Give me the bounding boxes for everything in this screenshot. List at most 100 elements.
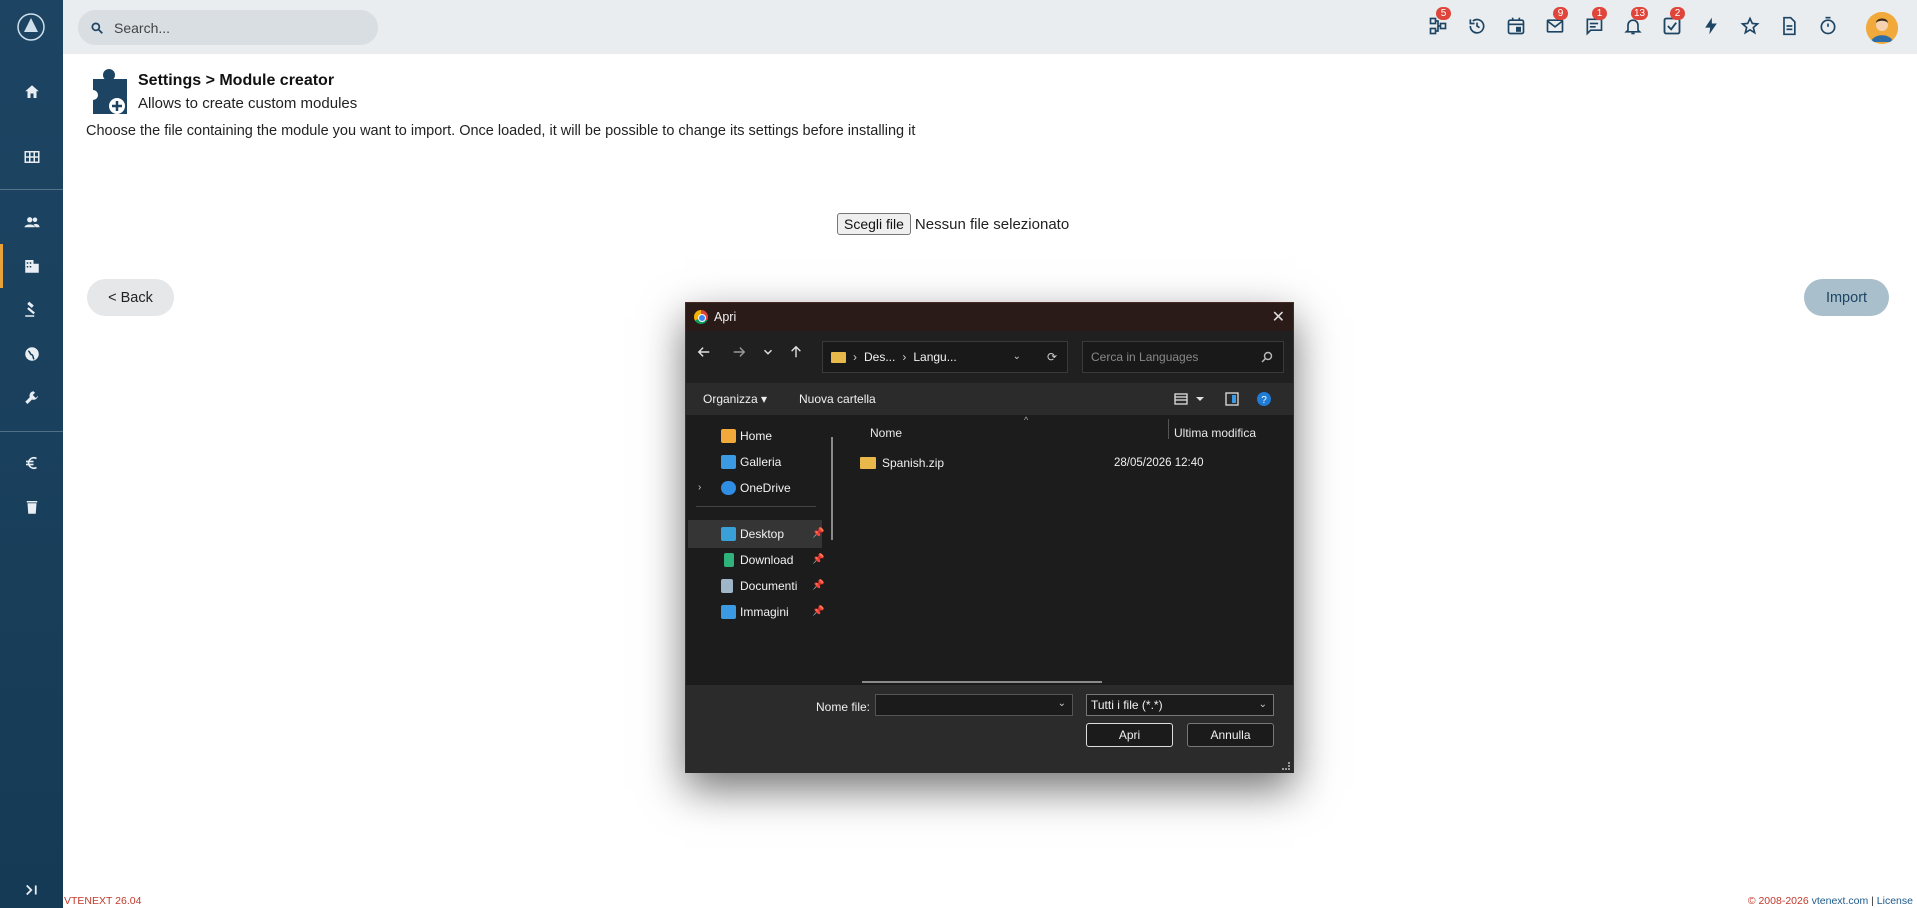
navigation-pane: Home Galleria › OneDrive Desktop 📌 Downl… xyxy=(686,415,844,685)
pin-icon: 📌 xyxy=(812,580,825,591)
address-bar[interactable]: › Des... › Langu... ⌄ ⟳ xyxy=(822,341,1068,373)
messages-badge: 1 xyxy=(1592,7,1607,20)
site-link[interactable]: vtenext.com xyxy=(1812,895,1869,907)
close-icon[interactable]: ✕ xyxy=(1272,307,1285,327)
euro-icon[interactable] xyxy=(0,441,63,485)
chrome-icon xyxy=(694,310,708,324)
navigation-scrollbar[interactable] xyxy=(831,437,833,540)
dialog-title: Apri xyxy=(714,310,737,324)
folder-icon xyxy=(831,351,846,363)
dialog-search-input[interactable] xyxy=(1091,350,1251,364)
license-link[interactable]: License xyxy=(1877,895,1913,907)
trash-icon[interactable] xyxy=(0,485,63,529)
wrench-icon[interactable] xyxy=(0,376,63,420)
cloud-icon xyxy=(721,481,736,495)
nav-item-documents[interactable]: Documenti 📌 xyxy=(688,572,825,600)
cancel-button[interactable]: Annulla xyxy=(1187,723,1274,747)
dialog-search[interactable] xyxy=(1082,341,1284,373)
sidebar-divider xyxy=(0,431,63,432)
filetype-select[interactable]: Tutti i file (*.*) ⌄ xyxy=(1086,694,1274,716)
chevron-down-icon[interactable]: ⌄ xyxy=(1259,695,1267,715)
globe-icon[interactable] xyxy=(0,332,63,376)
column-name[interactable]: Nome xyxy=(870,426,902,440)
path-dropdown-icon[interactable]: ⌄ xyxy=(1013,351,1021,362)
download-icon xyxy=(724,553,734,567)
desktop-icon xyxy=(721,527,736,541)
tasks-icon[interactable]: 2 xyxy=(1660,7,1685,38)
horizontal-scrollbar[interactable] xyxy=(862,681,1102,683)
preview-pane-icon[interactable] xyxy=(1224,391,1240,407)
lightning-icon[interactable] xyxy=(1699,14,1723,38)
nav-item-desktop[interactable]: Desktop 📌 xyxy=(688,520,825,548)
user-avatar[interactable] xyxy=(1866,12,1898,44)
nav-item-label: Desktop xyxy=(740,527,785,541)
apps-grid-icon[interactable] xyxy=(0,135,63,179)
notifications-icon[interactable]: 13 xyxy=(1621,7,1649,38)
column-modified[interactable]: Ultima modifica xyxy=(1174,426,1256,440)
search-icon xyxy=(91,21,103,34)
breadcrumb-separator: › xyxy=(902,350,907,364)
forward-arrow-icon[interactable] xyxy=(727,341,751,363)
resize-grip-icon[interactable] xyxy=(1282,762,1290,770)
breadcrumb-separator: › xyxy=(853,350,857,364)
zip-folder-icon xyxy=(860,457,876,469)
chevron-down-icon[interactable]: ⌄ xyxy=(1058,698,1066,709)
file-row[interactable]: Spanish.zip 28/05/2026 12:40 xyxy=(860,452,1280,474)
history-icon[interactable] xyxy=(1465,14,1489,38)
documents-icon xyxy=(721,579,733,593)
vtenext-logo-icon[interactable] xyxy=(16,12,46,42)
choose-file-button[interactable]: Scegli file xyxy=(837,213,911,235)
messages-icon[interactable]: 1 xyxy=(1582,7,1607,38)
home-icon[interactable] xyxy=(0,70,63,114)
processes-icon[interactable]: 5 xyxy=(1426,7,1451,38)
mail-icon[interactable]: 9 xyxy=(1543,7,1568,38)
column-separator[interactable] xyxy=(1168,419,1169,439)
global-search[interactable] xyxy=(78,10,378,45)
view-options-icon[interactable] xyxy=(1173,391,1189,407)
page-description: Choose the file containing the module yo… xyxy=(86,123,916,139)
import-button[interactable]: Import xyxy=(1804,279,1889,316)
notifications-badge: 13 xyxy=(1631,7,1649,20)
tasks-badge: 2 xyxy=(1670,7,1685,20)
dialog-titlebar[interactable]: Apri ✕ xyxy=(686,303,1293,331)
nav-item-pictures[interactable]: Immagini 📌 xyxy=(688,598,824,626)
gavel-icon[interactable] xyxy=(0,288,63,332)
timer-icon[interactable] xyxy=(1816,14,1840,38)
filename-input[interactable]: ⌄ xyxy=(875,694,1073,716)
puzzle-module-icon xyxy=(90,69,127,114)
pin-icon: 📌 xyxy=(812,554,825,565)
gallery-icon xyxy=(721,455,736,469)
back-arrow-icon[interactable] xyxy=(692,341,716,363)
pin-icon: 📌 xyxy=(812,528,825,539)
svg-text:?: ? xyxy=(1261,395,1267,406)
expand-chevron-icon[interactable]: › xyxy=(698,482,701,493)
calendar-icon[interactable] xyxy=(1504,14,1528,38)
organization-icon[interactable] xyxy=(0,244,63,288)
recent-locations-chevron-icon[interactable] xyxy=(756,341,780,363)
search-input[interactable] xyxy=(114,19,354,36)
nav-item-downloads[interactable]: Download 📌 xyxy=(688,546,825,574)
nav-item-label: Galleria xyxy=(740,455,782,469)
back-button[interactable]: < Back xyxy=(87,279,174,316)
help-icon[interactable]: ? xyxy=(1256,391,1272,407)
document-icon[interactable] xyxy=(1777,14,1801,38)
expand-sidebar-icon[interactable] xyxy=(0,870,63,908)
nav-item-onedrive[interactable]: › OneDrive xyxy=(688,474,822,502)
new-folder-button[interactable]: Nuova cartella xyxy=(799,392,876,406)
file-name: Spanish.zip xyxy=(882,456,945,470)
breadcrumb-languages[interactable]: Langu... xyxy=(913,350,956,364)
breadcrumb-desktop[interactable]: Des... xyxy=(864,350,895,364)
view-dropdown-icon[interactable] xyxy=(1192,391,1208,407)
up-arrow-icon[interactable] xyxy=(784,341,808,363)
file-status: Nessun file selezionato xyxy=(914,215,1070,233)
open-button[interactable]: Apri xyxy=(1086,723,1173,747)
star-icon[interactable] xyxy=(1738,14,1762,38)
nav-item-gallery[interactable]: Galleria xyxy=(688,448,822,476)
organize-menu[interactable]: Organizza ▾ xyxy=(703,392,767,406)
sidebar-divider xyxy=(0,189,63,190)
refresh-icon[interactable]: ⟳ xyxy=(1047,350,1057,364)
page-title: Settings > Module creator xyxy=(138,72,335,89)
sort-caret-icon: ^ xyxy=(1024,415,1029,425)
contacts-icon[interactable] xyxy=(0,200,63,244)
nav-item-home[interactable]: Home xyxy=(688,422,822,450)
